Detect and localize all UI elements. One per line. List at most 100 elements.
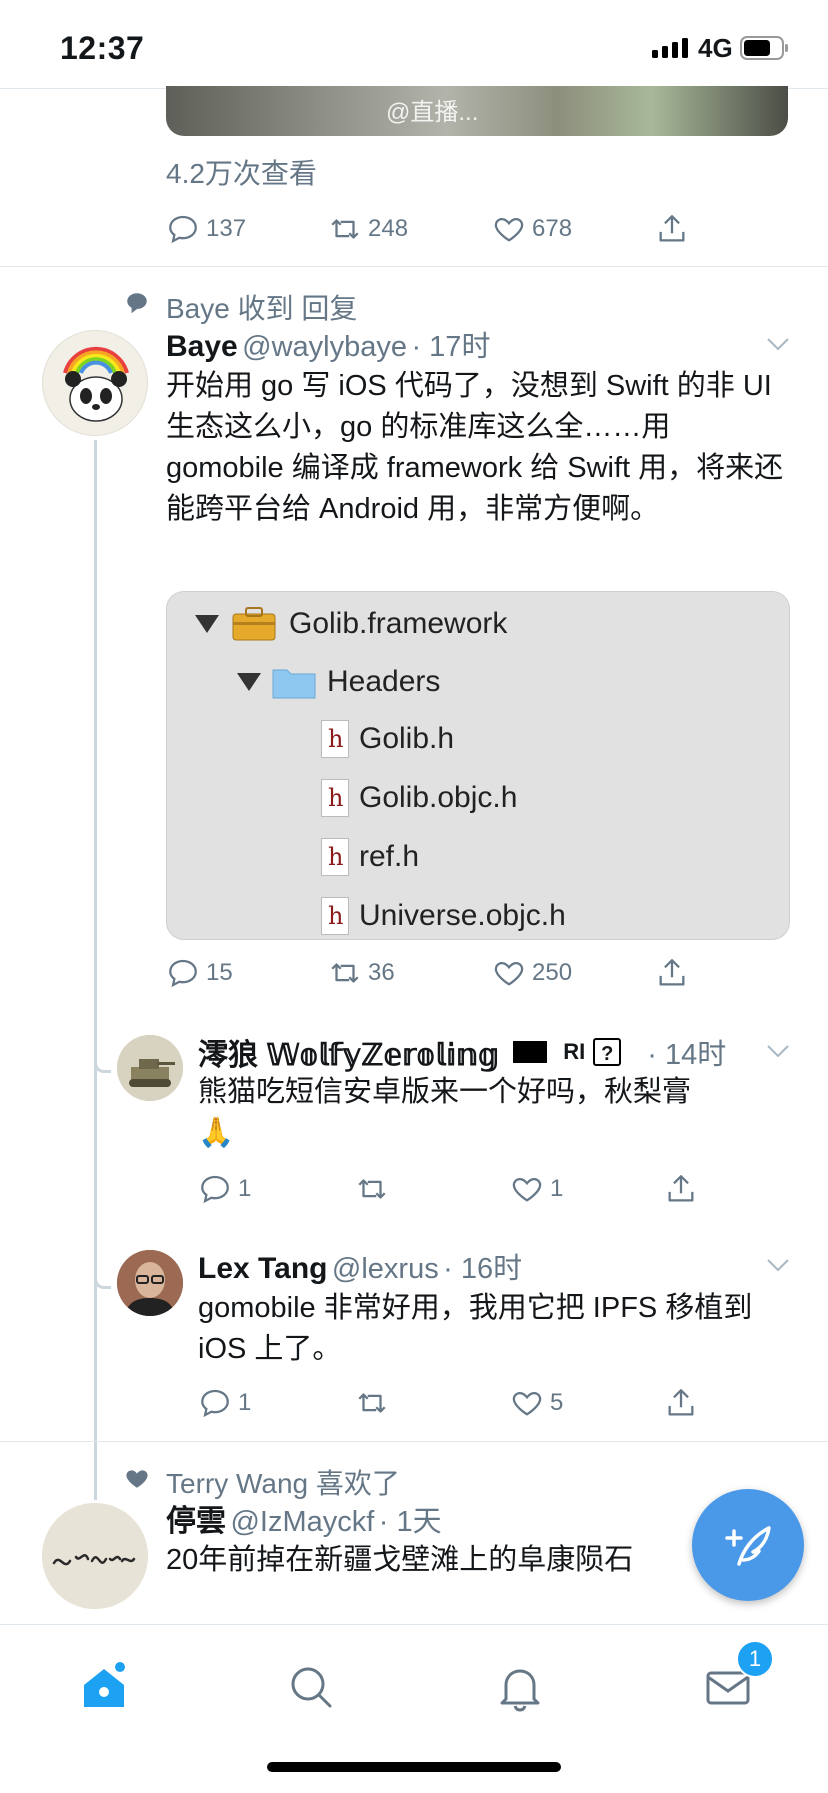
avatar[interactable] — [117, 1250, 183, 1316]
reply-button[interactable]: 1 — [198, 1172, 251, 1206]
panda-avatar-icon — [63, 346, 129, 422]
header-file-row: Universe.objc.h — [321, 897, 566, 935]
reply-icon — [201, 1175, 229, 1204]
heart-icon — [512, 1391, 542, 1416]
tweet-time: · 1天 — [378, 1506, 442, 1538]
tweet-header: 停雲 @IzMayckf · 1天 — [166, 1496, 442, 1540]
chevron-down-icon[interactable] — [766, 1044, 790, 1058]
folder-icon — [272, 669, 316, 699]
header-file-name: Universe.objc.h — [359, 899, 566, 932]
heart-icon — [512, 1177, 542, 1202]
cellular-signal-icon — [652, 38, 688, 58]
retweet-count: 248 — [368, 215, 409, 242]
header-file-row: Golib.h — [321, 720, 454, 758]
heart-filled-icon — [126, 1470, 148, 1488]
header-file-name: Golib.h — [359, 722, 455, 755]
like-count: 1 — [550, 1175, 564, 1202]
tweet-text: 熊猫吃短信安卓版来一个好吗，秋梨膏 🙏 — [198, 1072, 788, 1154]
reply-button[interactable]: 1 — [198, 1386, 251, 1420]
header-file-name: Golib.objc.h — [359, 781, 518, 814]
retweet-button[interactable]: 36 — [328, 956, 395, 990]
tweet-divider — [0, 1441, 828, 1442]
header-file-icon — [321, 838, 349, 876]
tweet-text: gomobile 非常好用，我用它把 IPFS 移植到 iOS 上了。 — [198, 1292, 753, 1365]
unknown-glyph-icon: ? — [593, 1038, 622, 1066]
user-handle[interactable]: @IzMayckf — [230, 1506, 374, 1538]
like-button[interactable]: 250 — [492, 956, 572, 990]
disclosure-triangle-icon — [195, 615, 219, 633]
tweet-divider — [0, 266, 828, 267]
like-count: 678 — [532, 215, 573, 242]
avatar[interactable] — [42, 1503, 148, 1609]
chevron-down-icon[interactable] — [766, 1258, 790, 1272]
retweet-button[interactable]: 248 — [328, 212, 408, 246]
like-count: 5 — [550, 1389, 564, 1416]
retweet-icon — [331, 963, 359, 983]
user-handle[interactable]: @lexrus — [332, 1253, 439, 1285]
retweet-button[interactable] — [355, 1386, 395, 1420]
disclosure-triangle-icon — [237, 673, 261, 691]
compose-tweet-button[interactable] — [692, 1489, 804, 1601]
avatar[interactable] — [117, 1035, 183, 1101]
video-watermark: @直播... — [386, 99, 479, 126]
calligraphy-avatar-icon — [42, 1503, 148, 1609]
compose-feather-icon — [725, 1526, 771, 1566]
heart-icon — [494, 961, 524, 986]
network-type: 4G — [698, 33, 733, 63]
video-thumbnail[interactable]: @直播... — [166, 86, 788, 136]
messages-badge: 1 — [736, 1640, 774, 1678]
reply-context: Baye 收到 回复 — [166, 293, 358, 324]
reply-header: Lex Tang @lexrus · 16时 — [198, 1245, 522, 1287]
share-icon — [659, 215, 685, 242]
display-name[interactable]: Baye — [166, 330, 238, 363]
reply-icon — [201, 1389, 229, 1418]
tweet-image[interactable]: Golib.framework Headers Golib.h Golib.ob… — [166, 591, 790, 940]
reply-context-icon — [127, 293, 147, 314]
share-button[interactable] — [655, 956, 689, 990]
display-name[interactable]: 澪狼 𝕎𝕠𝕝𝕗𝕪ℤ𝕖𝕣𝕠𝕝𝕚𝕟𝕘 — [198, 1030, 499, 1074]
like-button[interactable]: 678 — [492, 212, 572, 246]
share-button[interactable] — [664, 1172, 698, 1206]
battery-icon — [740, 36, 788, 60]
toolbox-icon — [232, 607, 276, 641]
display-name[interactable]: 停雲 — [166, 1505, 226, 1538]
share-button[interactable] — [655, 212, 689, 246]
retweet-button[interactable] — [355, 1172, 395, 1206]
reply-icon — [169, 959, 197, 988]
reply-icon — [169, 215, 197, 244]
like-button[interactable]: 1 — [510, 1172, 563, 1206]
status-bar: 12:37 4G — [0, 0, 828, 88]
share-button[interactable] — [664, 1386, 698, 1420]
like-button[interactable]: 5 — [510, 1386, 563, 1420]
reply-button[interactable]: 137 — [166, 212, 246, 246]
header-file-icon — [321, 720, 349, 758]
display-name[interactable]: Lex Tang — [198, 1252, 327, 1285]
notifications-bell-icon[interactable] — [494, 1661, 546, 1713]
reply-count: 15 — [206, 959, 233, 986]
chevron-down-icon[interactable] — [766, 337, 790, 351]
user-handle[interactable]: @waylybaye — [242, 331, 407, 363]
reply-count: 1 — [238, 1175, 252, 1202]
search-icon[interactable] — [285, 1661, 337, 1713]
heart-icon — [494, 217, 524, 242]
reply-button[interactable]: 15 — [166, 956, 233, 990]
header-file-name: ref.h — [359, 840, 420, 873]
header-file-row: ref.h — [321, 838, 419, 876]
framework-row: Golib.framework — [195, 604, 507, 644]
avatar[interactable] — [42, 330, 148, 436]
pray-emoji: 🙏 — [198, 1117, 235, 1149]
tweet-header: Baye @waylybaye · 17时 — [166, 323, 490, 365]
header-file-icon — [321, 897, 349, 935]
reply-count: 1 — [238, 1389, 252, 1416]
tweet-text: 开始用 go 写 iOS 代码了，没想到 Swift 的非 UI 生态这么小，g… — [166, 370, 784, 525]
home-icon[interactable] — [78, 1661, 130, 1713]
thread-line — [94, 440, 97, 1500]
thread-branch — [94, 1250, 111, 1289]
black-flag-icon — [513, 1041, 548, 1063]
status-time: 12:37 — [60, 30, 145, 66]
tank-avatar-icon — [117, 1035, 183, 1101]
home-indicator — [267, 1762, 561, 1772]
retweet-count: 36 — [368, 959, 395, 986]
share-icon — [668, 1389, 694, 1416]
retweet-icon — [358, 1179, 386, 1199]
